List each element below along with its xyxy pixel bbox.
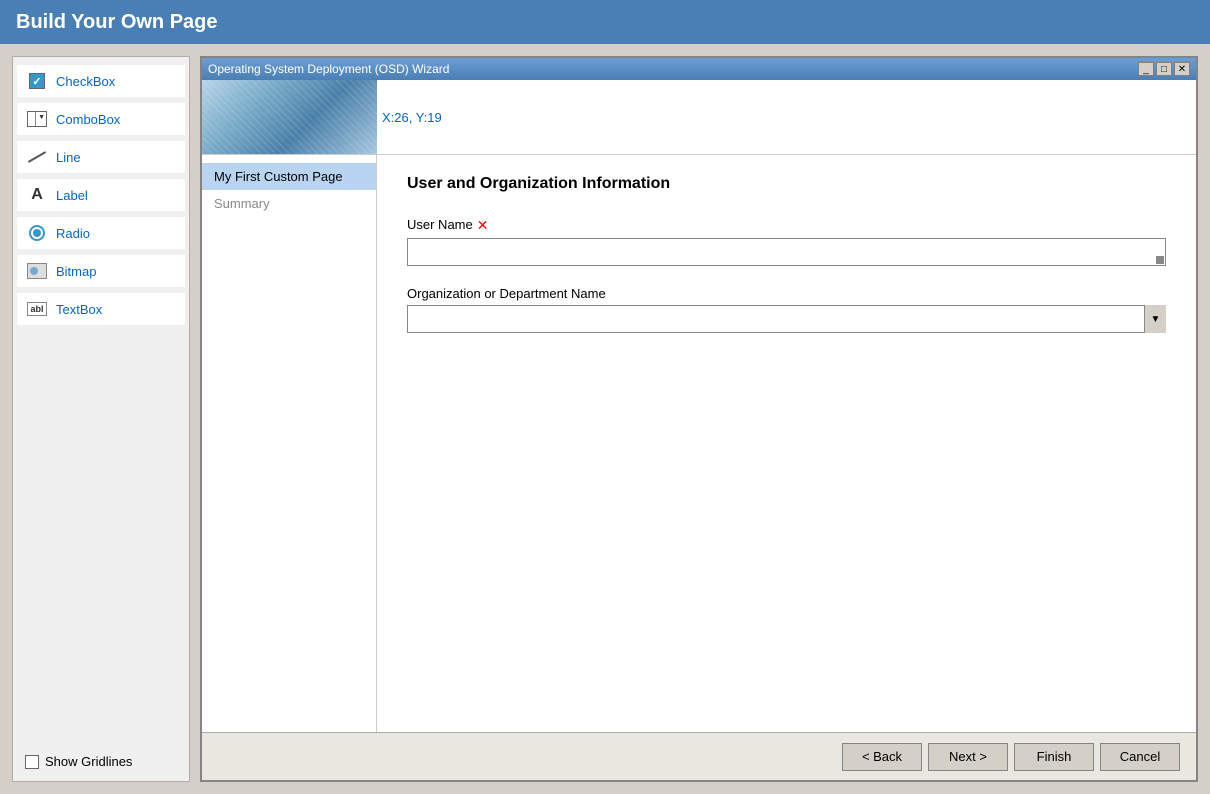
minimize-button[interactable]: _ <box>1138 62 1154 76</box>
wizard-banner: X:26, Y:19 <box>202 80 1196 155</box>
user-name-input-wrapper <box>407 238 1166 266</box>
gridlines-label: Show Gridlines <box>45 754 132 769</box>
cancel-button[interactable]: Cancel <box>1100 743 1180 771</box>
user-name-label: User Name ✕ <box>407 217 1166 234</box>
wizard-footer: < Back Next > Finish Cancel <box>202 732 1196 780</box>
finish-button[interactable]: Finish <box>1014 743 1094 771</box>
tool-item-line[interactable]: Line <box>17 141 185 173</box>
wizard-title: Operating System Deployment (OSD) Wizard <box>208 62 449 76</box>
wizard-titlebar: Operating System Deployment (OSD) Wizard… <box>202 58 1196 80</box>
wizard-window: Operating System Deployment (OSD) Wizard… <box>200 56 1198 782</box>
main-layout: ✓ CheckBox ComboBox Line A Label <box>0 44 1210 794</box>
tool-label-line: Line <box>56 150 81 165</box>
close-button[interactable]: ✕ <box>1174 62 1190 76</box>
tool-label-checkbox: CheckBox <box>56 74 115 89</box>
wizard-content: My First Custom Page Summary User and Or… <box>202 155 1196 732</box>
combobox-icon <box>26 108 48 130</box>
page-header: Build Your Own Page <box>0 0 1210 44</box>
gridlines-checkbox[interactable] <box>25 755 39 769</box>
tool-label-bitmap: Bitmap <box>56 264 96 279</box>
tool-item-combobox[interactable]: ComboBox <box>17 103 185 135</box>
org-name-label: Organization or Department Name <box>407 286 1166 301</box>
tool-label-label: Label <box>56 188 88 203</box>
org-name-input[interactable] <box>407 305 1166 333</box>
label-icon: A <box>26 184 48 206</box>
textbox-icon: abl <box>26 298 48 320</box>
org-name-group: Organization or Department Name ▼ <box>407 286 1166 333</box>
line-icon <box>26 146 48 168</box>
next-button[interactable]: Next > <box>928 743 1008 771</box>
section-title: User and Organization Information <box>407 175 1166 193</box>
resize-handle-username[interactable] <box>1156 256 1164 264</box>
coordinates-display: X:26, Y:19 <box>382 110 442 125</box>
tool-label-textbox: TextBox <box>56 302 102 317</box>
user-name-input[interactable] <box>407 238 1166 266</box>
titlebar-buttons: _ □ ✕ <box>1138 62 1190 76</box>
org-name-dropdown-arrow[interactable]: ▼ <box>1144 305 1166 333</box>
radio-icon <box>26 222 48 244</box>
page-title: Build Your Own Page <box>16 11 218 34</box>
tool-item-radio[interactable]: Radio <box>17 217 185 249</box>
restore-button[interactable]: □ <box>1156 62 1172 76</box>
tool-label-combobox: ComboBox <box>56 112 120 127</box>
tool-item-bitmap[interactable]: Bitmap <box>17 255 185 287</box>
tool-item-label[interactable]: A Label <box>17 179 185 211</box>
org-name-combo-wrapper: ▼ <box>407 305 1166 333</box>
wizard-right-content: User and Organization Information User N… <box>377 155 1196 732</box>
required-star-username: ✕ <box>477 217 489 234</box>
user-name-group: User Name ✕ <box>407 217 1166 266</box>
wizard-body: X:26, Y:19 My First Custom Page Summary … <box>202 80 1196 780</box>
checkbox-icon: ✓ <box>26 70 48 92</box>
nav-item-summary[interactable]: Summary <box>202 190 376 217</box>
tool-item-checkbox[interactable]: ✓ CheckBox <box>17 65 185 97</box>
back-button[interactable]: < Back <box>842 743 922 771</box>
bitmap-icon <box>26 260 48 282</box>
nav-item-custom-page[interactable]: My First Custom Page <box>202 163 376 190</box>
wizard-nav: My First Custom Page Summary <box>202 155 377 732</box>
banner-pattern <box>202 80 377 155</box>
toolbox-panel: ✓ CheckBox ComboBox Line A Label <box>12 56 190 782</box>
tool-item-textbox[interactable]: abl TextBox <box>17 293 185 325</box>
show-gridlines-container[interactable]: Show Gridlines <box>17 748 185 775</box>
tool-label-radio: Radio <box>56 226 90 241</box>
